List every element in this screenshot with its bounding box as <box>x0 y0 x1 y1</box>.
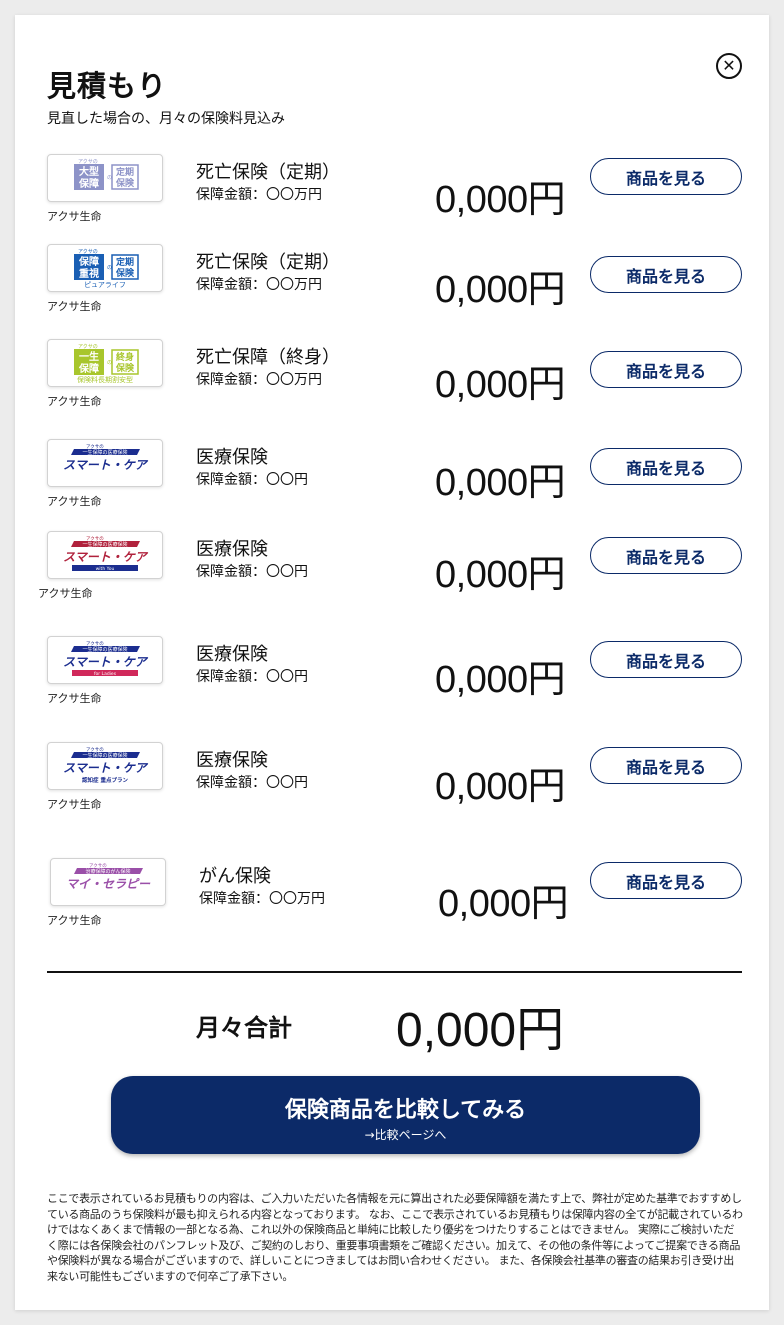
product-logo-art: アクサの治療保障のがん保険マイ・セラピー <box>66 863 151 891</box>
product-coverage: 保障金額：〇〇円 <box>196 775 308 791</box>
product-company: アクサ生命 <box>47 914 102 927</box>
total-label: 月々合計 <box>196 1014 292 1042</box>
svg-text:一生保障の医療保険: 一生保障の医療保険 <box>82 646 127 653</box>
product-logo-art: アクサの一生保障の医療保険スマート・ケアfor Ladies <box>63 641 149 677</box>
view-product-button[interactable]: 商品を見る <box>590 158 742 195</box>
compare-button-label: 保険商品を比較してみる <box>284 1098 527 1123</box>
product-logo-art: アクサの一生保障の医療保険スマート・ケアwith You <box>63 536 149 572</box>
product-price: 0,000円 <box>438 883 569 925</box>
product-coverage: 保障金額：〇〇円 <box>196 472 308 488</box>
svg-text:スマート・ケア: スマート・ケア <box>63 458 149 472</box>
svg-text:一生: 一生 <box>79 350 99 363</box>
page-title: 見積もり <box>47 69 168 103</box>
product-logo-art: アクサの一生保障の医療保険スマート・ケア認知症 重点プラン <box>63 747 149 784</box>
svg-text:ピュアライフ: ピュアライフ <box>84 281 126 289</box>
product-company: アクサ生命 <box>47 495 102 508</box>
product-logo: アクサの 治療保障のがん保険 マイ・セラピー <box>50 858 166 906</box>
view-product-button[interactable]: 商品を見る <box>590 448 742 485</box>
svg-text:定期: 定期 <box>115 256 134 268</box>
svg-text:大型: 大型 <box>79 165 99 178</box>
product-company: アクサ生命 <box>47 210 102 223</box>
product-logo: アクサの 一生保障の医療保険 スマート・ケア for Ladies <box>47 636 163 684</box>
product-type: 死亡保険（定期） <box>196 162 340 183</box>
product-company: アクサ生命 <box>47 300 102 313</box>
svg-text:保険: 保険 <box>115 267 135 279</box>
product-price: 0,000円 <box>435 766 566 808</box>
close-button[interactable]: ✕ <box>716 53 742 79</box>
svg-text:保険: 保険 <box>115 177 135 189</box>
product-price: 0,000円 <box>435 179 566 221</box>
product-price: 0,000円 <box>435 554 566 596</box>
product-logo-art: アクサの保障重視の 定期保険ピュアライフ <box>74 249 139 289</box>
product-logo: アクサの 一生保障の医療保険 スマート・ケア <box>47 439 163 487</box>
product-coverage: 保障金額：〇〇万円 <box>199 891 325 907</box>
product-coverage: 保障金額：〇〇円 <box>196 669 308 685</box>
product-logo: アクサの 大型 保障の定期 保険 <box>47 154 163 202</box>
svg-text:一生保障の医療保険: 一生保障の医療保険 <box>82 752 127 759</box>
svg-text:一生保障の医療保険: 一生保障の医療保険 <box>82 449 127 456</box>
view-product-button[interactable]: 商品を見る <box>590 537 742 574</box>
svg-text:保険: 保険 <box>115 362 135 374</box>
svg-text:with You: with You <box>96 566 115 572</box>
view-product-button[interactable]: 商品を見る <box>590 256 742 293</box>
view-product-button[interactable]: 商品を見る <box>590 747 742 784</box>
total-value: 0,000円 <box>396 1004 565 1057</box>
svg-text:重視: 重視 <box>79 267 99 280</box>
product-coverage: 保障金額：〇〇万円 <box>196 187 322 203</box>
compare-button[interactable]: 保険商品を比較してみる →比較ページへ <box>111 1076 700 1154</box>
svg-text:保障: 保障 <box>78 255 99 268</box>
svg-text:for Ladies: for Ladies <box>94 671 117 677</box>
product-type: 医療保険 <box>196 447 268 468</box>
page-subtitle: 見直した場合の、月々の保険料見込み <box>47 111 285 127</box>
product-company: アクサ生命 <box>47 692 102 705</box>
svg-text:スマート・ケア: スマート・ケア <box>63 550 149 564</box>
product-logo: アクサの 保障 重視の定期 保険 ピュアライフ <box>47 244 163 292</box>
total-divider <box>47 971 742 973</box>
product-price: 0,000円 <box>435 364 566 406</box>
svg-text:スマート・ケア: スマート・ケア <box>63 761 149 775</box>
view-product-button[interactable]: 商品を見る <box>590 862 742 899</box>
close-icon: ✕ <box>722 56 736 75</box>
product-company: アクサ生命 <box>38 587 93 600</box>
product-type: 死亡保障（終身） <box>196 347 340 368</box>
product-price: 0,000円 <box>435 269 566 311</box>
product-logo-art: アクサの一生保障の 終身保険保険料長期割安型 <box>74 344 139 384</box>
product-logo-art: アクサの大型保障の 定期保険 <box>74 159 139 190</box>
product-type: 医療保険 <box>196 644 268 665</box>
svg-text:認知症 重点プラン: 認知症 重点プラン <box>82 776 128 784</box>
product-coverage: 保障金額：〇〇円 <box>196 564 308 580</box>
product-price: 0,000円 <box>435 462 566 504</box>
product-coverage: 保障金額：〇〇万円 <box>196 277 322 293</box>
svg-text:終身: 終身 <box>116 351 134 363</box>
product-company: アクサ生命 <box>47 395 102 408</box>
product-type: 医療保険 <box>196 750 268 771</box>
svg-text:マイ・セラピー: マイ・セラピー <box>66 877 151 891</box>
disclaimer-text: ここで表示されているお見積もりの内容は、ご入力いただいた各情報を元に算出された必… <box>47 1192 743 1283</box>
svg-text:定期: 定期 <box>115 166 134 178</box>
product-logo: アクサの 一生保障の医療保険 スマート・ケア with You <box>47 531 163 579</box>
product-price: 0,000円 <box>435 659 566 701</box>
product-logo: アクサの 一生 保障の終身 保険 保険料長期割安型 <box>47 339 163 387</box>
product-type: がん保険 <box>199 866 271 887</box>
svg-text:治療保障のがん保険: 治療保障のがん保険 <box>85 868 130 875</box>
product-logo: アクサの 一生保障の医療保険 スマート・ケア 認知症 重点プラン <box>47 742 163 790</box>
product-type: 死亡保険（定期） <box>196 252 340 273</box>
svg-text:一生保障の医療保険: 一生保障の医療保険 <box>82 541 127 548</box>
compare-button-sublabel: →比較ページへ <box>364 1128 447 1142</box>
product-logo-art: アクサの一生保障の医療保険スマート・ケア <box>63 444 149 472</box>
product-coverage: 保障金額：〇〇万円 <box>196 372 322 388</box>
product-type: 医療保険 <box>196 539 268 560</box>
svg-text:保険料長期割安型: 保険料長期割安型 <box>77 375 133 384</box>
view-product-button[interactable]: 商品を見る <box>590 641 742 678</box>
svg-text:保障: 保障 <box>78 362 99 375</box>
product-company: アクサ生命 <box>47 798 102 811</box>
view-product-button[interactable]: 商品を見る <box>590 351 742 388</box>
svg-text:スマート・ケア: スマート・ケア <box>63 655 149 669</box>
svg-text:保障: 保障 <box>78 177 99 190</box>
